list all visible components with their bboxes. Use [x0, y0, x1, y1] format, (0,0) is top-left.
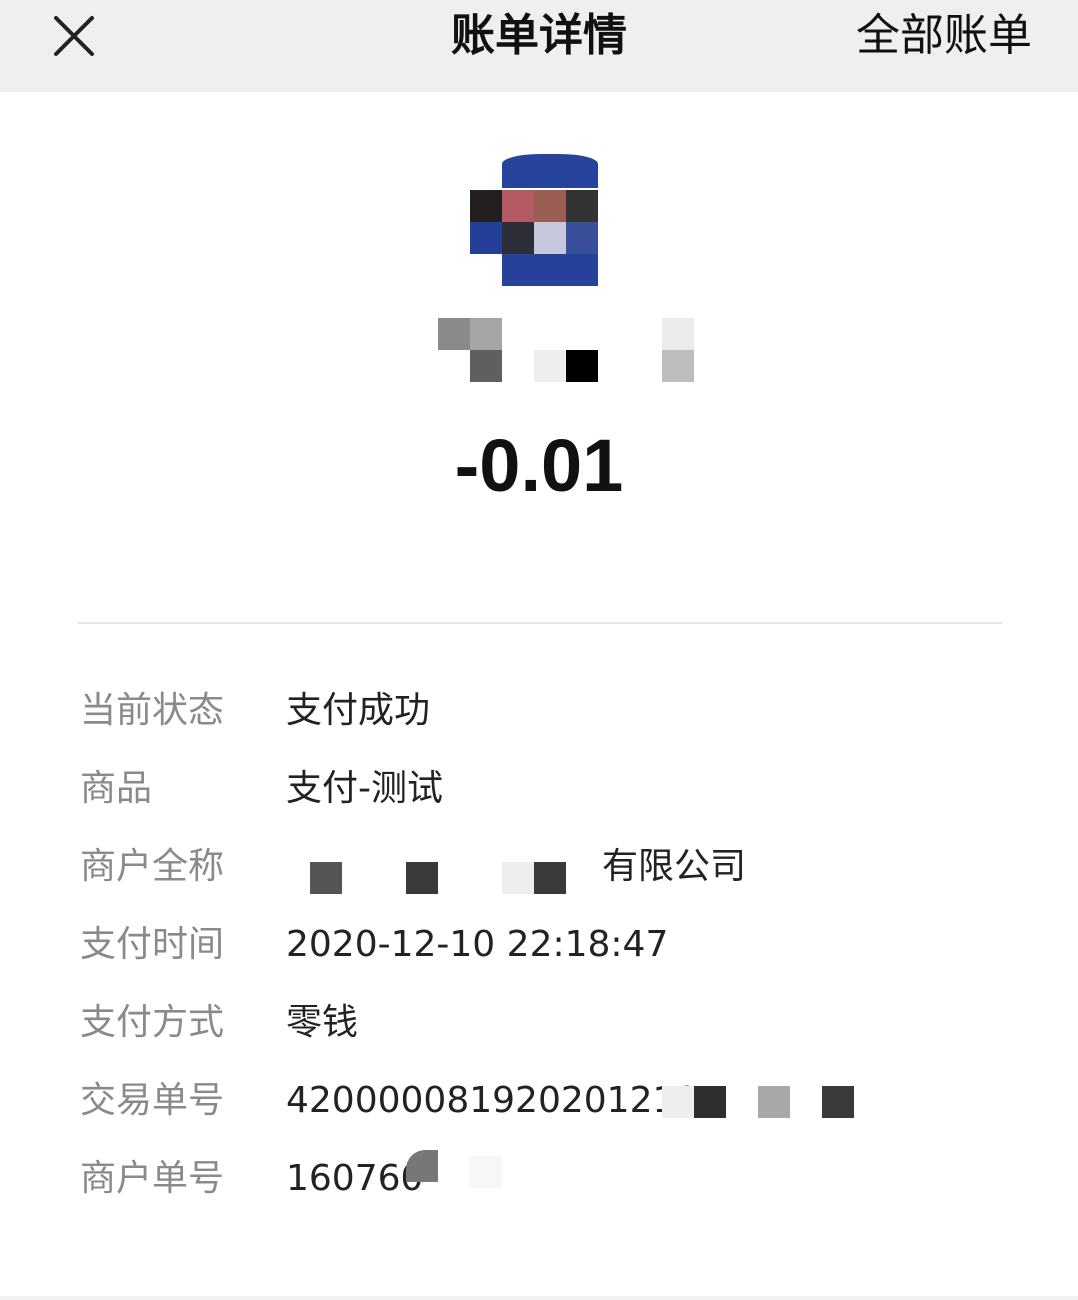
merchant-name-masked: [436, 318, 696, 384]
redaction-mask: [822, 1086, 854, 1118]
detail-row-merchant-order-id: 商户单号 160760: [80, 1150, 1000, 1204]
redaction-mask: [470, 1156, 502, 1188]
detail-row-pay-method: 支付方式 零钱: [80, 998, 1000, 1048]
detail-label: 交易单号: [80, 1080, 225, 1121]
detail-value: 有限公司: [602, 846, 747, 887]
detail-row-status: 当前状态 支付成功: [80, 686, 1000, 736]
detail-value: 160760: [286, 1158, 424, 1199]
divider: [78, 622, 1002, 624]
detail-row-merchant-fullname: 商户全称 有限公司: [80, 842, 1000, 894]
detail-label: 支付方式: [80, 1002, 225, 1043]
detail-value: 420000081920201210: [286, 1080, 699, 1121]
detail-value: 零钱: [286, 1002, 359, 1043]
redaction-mask: [406, 1150, 438, 1182]
detail-label: 商户单号: [80, 1158, 225, 1199]
detail-label: 商品: [80, 768, 153, 809]
nav-bar: 账单详情 全部账单: [0, 0, 1078, 92]
redaction-mask: [310, 862, 342, 894]
merchant-logo: [470, 154, 598, 286]
amount: -0.01: [454, 424, 624, 507]
all-bills-link[interactable]: 全部账单: [856, 10, 1032, 62]
redaction-mask: [534, 862, 566, 894]
bottom-divider: [0, 1296, 1078, 1300]
redaction-mask: [694, 1086, 726, 1118]
detail-value: 2020-12-10 22:18:47: [286, 924, 669, 965]
detail-row-product: 商品 支付-测试: [80, 764, 1000, 814]
detail-row-transaction-id: 交易单号 420000081920201210: [80, 1076, 1000, 1126]
detail-label: 商户全称: [80, 846, 225, 887]
redaction-mask: [406, 862, 438, 894]
redaction-mask: [502, 862, 534, 894]
detail-value: 支付-测试: [286, 768, 443, 809]
detail-label: 当前状态: [80, 690, 225, 731]
detail-value: 支付成功: [286, 690, 431, 731]
redaction-mask: [662, 1086, 694, 1118]
detail-row-pay-time: 支付时间 2020-12-10 22:18:47: [80, 920, 1000, 970]
detail-label: 支付时间: [80, 924, 225, 965]
redaction-mask: [758, 1086, 790, 1118]
